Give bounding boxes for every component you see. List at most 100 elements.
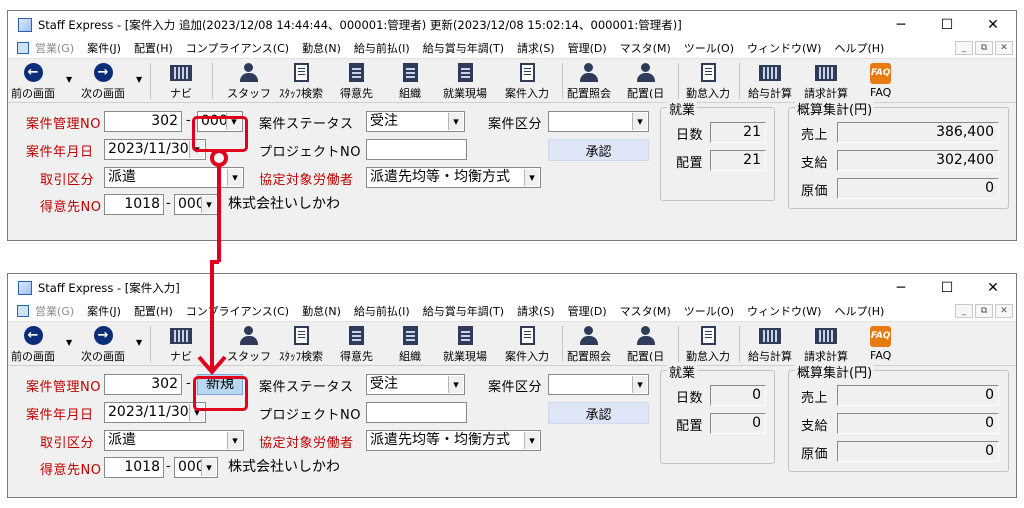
menu-master[interactable]: マスタ(M): [620, 303, 671, 319]
staff-button[interactable]: スタッフ: [227, 61, 271, 101]
menu-window[interactable]: ウィンドウ(W): [747, 40, 821, 56]
placement-inquiry-button[interactable]: 配置照会: [567, 61, 611, 101]
placement-day-button[interactable]: 配置(日: [627, 324, 664, 364]
menu-payroll[interactable]: 給与賞与年調(T): [423, 303, 504, 319]
menu-compliance[interactable]: コンプライアンス(C): [186, 303, 289, 319]
case-no-input[interactable]: 302: [104, 374, 182, 395]
menu-billing[interactable]: 請求(S): [517, 303, 555, 319]
faq-button[interactable]: FAQ FAQ: [870, 324, 891, 364]
menu-tools[interactable]: ツール(O): [684, 303, 734, 319]
prev-screen-button[interactable]: ← 前の画面: [11, 61, 55, 101]
maximize-button[interactable]: ☐: [924, 274, 970, 301]
placement-inquiry-button[interactable]: 配置照会: [567, 324, 611, 364]
client-button[interactable]: 得意先: [340, 324, 373, 364]
case-no-input[interactable]: 302: [104, 111, 182, 132]
menu-attendance[interactable]: 勤怠(N): [302, 40, 341, 56]
case-date-picker[interactable]: 2023/11/30: [104, 139, 206, 160]
menu-window[interactable]: ウィンドウ(W): [747, 303, 821, 319]
case-status-select[interactable]: 受注: [366, 111, 465, 132]
site-button[interactable]: 就業現場: [443, 61, 487, 101]
prev-screen-button[interactable]: ← 前の画面: [11, 324, 55, 364]
faq-button[interactable]: FAQ FAQ: [870, 61, 891, 101]
staff-button[interactable]: スタッフ: [227, 324, 271, 364]
close-button[interactable]: ✕: [970, 11, 1016, 38]
keyboard-icon: [170, 327, 192, 344]
menu-admin[interactable]: 管理(D): [568, 303, 607, 319]
case-entry-button[interactable]: 案件入力: [505, 324, 549, 364]
attendance-entry-button[interactable]: 勤怠入力: [686, 324, 730, 364]
approve-button[interactable]: 承認: [548, 402, 649, 424]
next-dropdown-icon[interactable]: ▼: [136, 75, 142, 84]
attendance-entry-button[interactable]: 勤怠入力: [686, 61, 730, 101]
menu-advance-pay[interactable]: 給与前払(I): [354, 40, 410, 56]
menu-billing[interactable]: 請求(S): [517, 40, 555, 56]
menu-tools[interactable]: ツール(O): [684, 40, 734, 56]
case-entry-button[interactable]: 案件入力: [505, 61, 549, 101]
next-screen-button[interactable]: → 次の画面: [81, 61, 125, 101]
menu-placement[interactable]: 配置(H): [134, 303, 173, 319]
site-button[interactable]: 就業現場: [443, 324, 487, 364]
case-type-select[interactable]: [548, 374, 649, 395]
agreement-worker-select[interactable]: 派遣先均等・均衡方式: [366, 430, 541, 451]
mdi-minimize-button[interactable]: _: [955, 304, 973, 318]
menu-bar: 営業(G) 案件(J) 配置(H) コンプライアンス(C) 勤怠(N) 給与前払…: [8, 38, 1016, 59]
client-button[interactable]: 得意先: [340, 61, 373, 101]
menu-sales[interactable]: 営業(G): [35, 303, 74, 319]
menu-payroll[interactable]: 給与賞与年調(T): [423, 40, 504, 56]
placement-value: 21: [710, 150, 766, 171]
mdi-minimize-button[interactable]: _: [955, 41, 973, 55]
mdi-restore-button[interactable]: ⧉: [975, 304, 993, 318]
arrow-left-icon: ←: [23, 63, 43, 82]
project-no-input[interactable]: [366, 139, 467, 160]
project-no-input[interactable]: [366, 402, 467, 423]
case-form: 案件管理NO 302 - 000 案件ステータス 受注 案件区分 案件年月日 2…: [8, 99, 1016, 219]
menu-case[interactable]: 案件(J): [87, 303, 121, 319]
payroll-calc-button[interactable]: 給与計算: [748, 61, 792, 101]
navi-button[interactable]: ナビ: [170, 61, 192, 101]
staff-search-button[interactable]: ｽﾀｯﾌ検索: [279, 61, 323, 101]
staff-search-button[interactable]: ｽﾀｯﾌ検索: [279, 324, 323, 364]
client-branch-select[interactable]: 000: [174, 457, 218, 478]
menu-master[interactable]: マスタ(M): [620, 40, 671, 56]
mdi-restore-button[interactable]: ⧉: [975, 41, 993, 55]
org-button[interactable]: 組織: [399, 324, 421, 364]
menu-sales[interactable]: 営業(G): [35, 40, 74, 56]
navi-button[interactable]: ナビ: [170, 324, 192, 364]
case-type-select[interactable]: [548, 111, 649, 132]
mdi-close-button[interactable]: ✕: [995, 304, 1013, 318]
case-status-select[interactable]: 受注: [366, 374, 465, 395]
client-branch-select[interactable]: 000: [174, 194, 218, 215]
calculator-icon: [815, 64, 837, 81]
client-no-input[interactable]: 1018: [104, 457, 164, 478]
billing-calc-button[interactable]: 請求計算: [804, 324, 848, 364]
menu-advance-pay[interactable]: 給与前払(I): [354, 303, 410, 319]
prev-dropdown-icon[interactable]: ▼: [66, 338, 72, 347]
mdi-close-button[interactable]: ✕: [995, 41, 1013, 55]
menu-case[interactable]: 案件(J): [87, 40, 121, 56]
menu-attendance[interactable]: 勤怠(N): [302, 303, 341, 319]
case-date-picker[interactable]: 2023/11/30: [104, 402, 206, 423]
agreement-worker-select[interactable]: 派遣先均等・均衡方式: [366, 167, 541, 188]
building-icon: [402, 326, 418, 345]
minimize-button[interactable]: ─: [878, 274, 924, 301]
approve-button[interactable]: 承認: [548, 139, 649, 161]
menu-placement[interactable]: 配置(H): [134, 40, 173, 56]
next-dropdown-icon[interactable]: ▼: [136, 338, 142, 347]
maximize-button[interactable]: ☐: [924, 11, 970, 38]
next-screen-button[interactable]: → 次の画面: [81, 324, 125, 364]
org-button[interactable]: 組織: [399, 61, 421, 101]
close-button[interactable]: ✕: [970, 274, 1016, 301]
prev-dropdown-icon[interactable]: ▼: [66, 75, 72, 84]
payroll-calc-button[interactable]: 給与計算: [748, 324, 792, 364]
menu-compliance[interactable]: コンプライアンス(C): [186, 40, 289, 56]
menu-admin[interactable]: 管理(D): [568, 40, 607, 56]
trade-type-select[interactable]: 派遣: [104, 167, 244, 188]
trade-type-select[interactable]: 派遣: [104, 430, 244, 451]
minimize-button[interactable]: ─: [878, 11, 924, 38]
client-no-input[interactable]: 1018: [104, 194, 164, 215]
menu-help[interactable]: ヘルプ(H): [834, 40, 884, 56]
placement-day-button[interactable]: 配置(日: [627, 61, 664, 101]
placement-value: 0: [710, 413, 766, 434]
billing-calc-button[interactable]: 請求計算: [804, 61, 848, 101]
menu-help[interactable]: ヘルプ(H): [834, 303, 884, 319]
